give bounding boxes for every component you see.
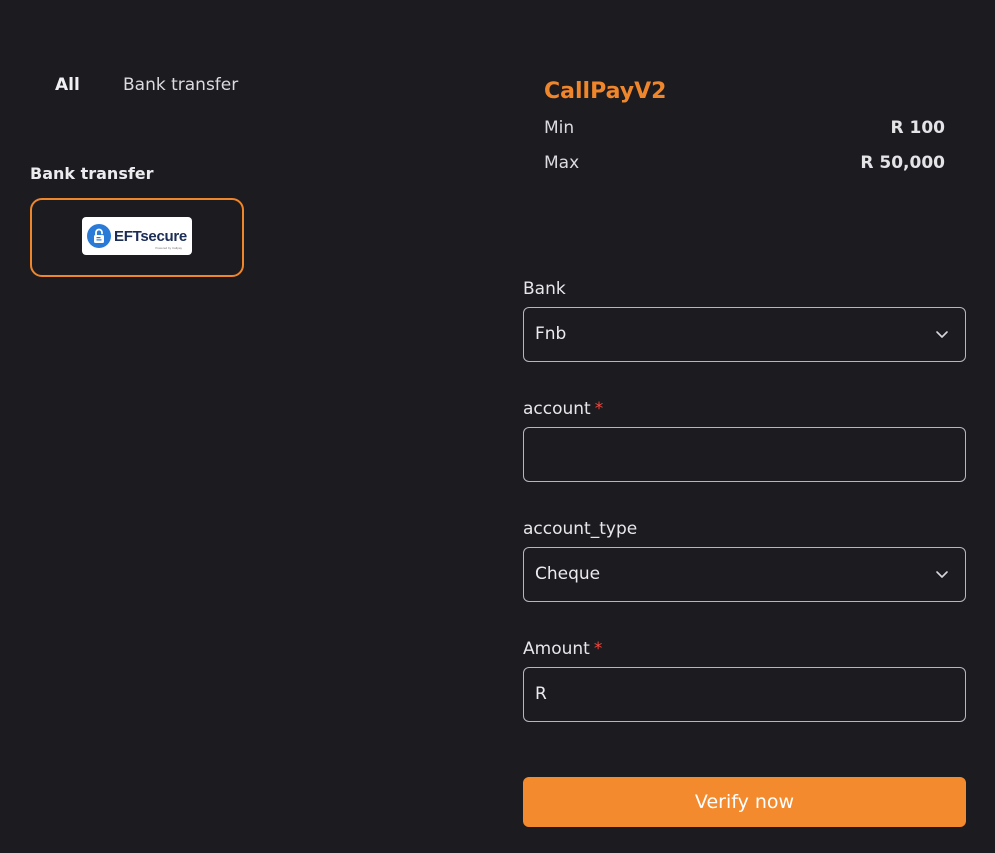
bank-select[interactable]: Fnb [523,307,966,362]
tab-bank-transfer[interactable]: Bank transfer [123,73,238,97]
logo-wordmark: EFTsecure [114,227,187,245]
bank-select-value: Fnb [535,324,567,344]
min-value: R 100 [890,118,946,138]
account-label: account * [523,397,603,421]
amount-label: Amount * [523,637,602,661]
provider-title: CallPayV2 [544,79,667,104]
lock-icon [87,224,112,248]
section-heading: Bank transfer [30,164,154,183]
max-value: R 50,000 [860,153,945,173]
chevron-down-icon [936,571,948,578]
eftsecure-logo: EFTsecure Powered by Callpay [82,217,192,255]
verify-now-button[interactable]: Verify now [523,777,966,827]
required-marker: * [593,639,603,659]
max-label: Max [544,153,580,173]
chevron-down-icon [936,331,948,338]
amount-label-text: Amount [523,639,590,659]
tab-all[interactable]: All [55,73,80,97]
bank-label: Bank [523,279,566,299]
required-marker: * [594,399,604,419]
account-type-select[interactable]: Cheque [523,547,966,602]
account-type-select-value: Cheque [535,564,601,584]
account-type-label: account_type [523,519,638,539]
amount-input-value: R [535,684,547,704]
amount-input[interactable]: R [523,667,966,722]
account-label-text: account [523,399,591,419]
payment-method-card-eftsecure[interactable]: EFTsecure Powered by Callpay [30,198,244,277]
min-label: Min [544,118,575,138]
account-input[interactable] [523,427,966,482]
logo-subtext: Powered by Callpay [155,246,182,250]
